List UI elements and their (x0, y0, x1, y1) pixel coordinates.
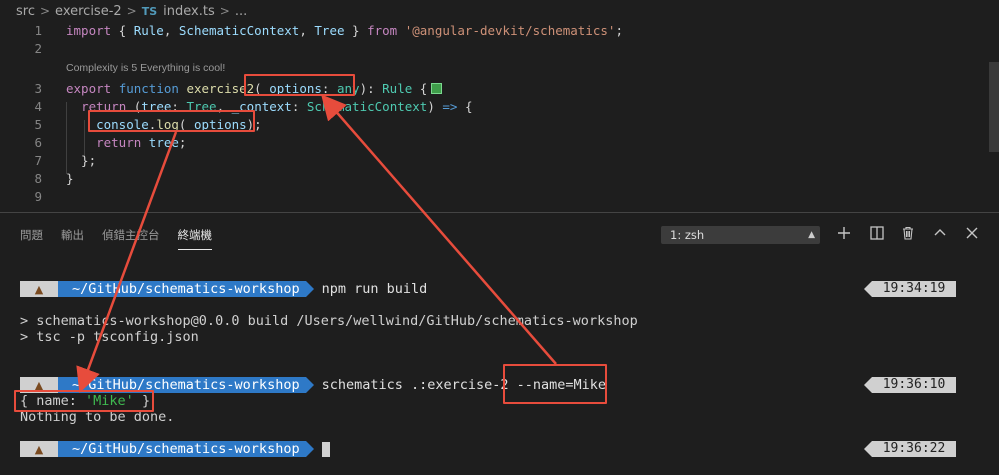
annotation-arrow (76, 131, 178, 394)
annotation-arrows (76, 94, 557, 394)
annotation-arrow (321, 94, 557, 365)
